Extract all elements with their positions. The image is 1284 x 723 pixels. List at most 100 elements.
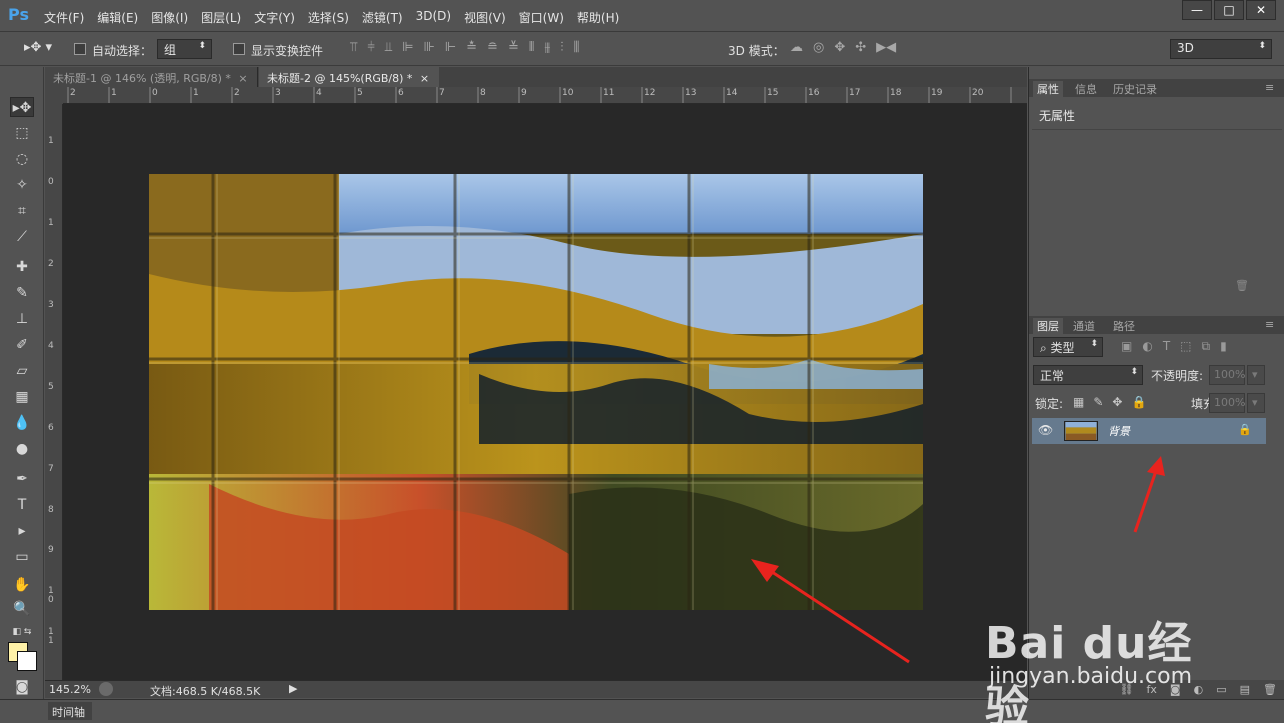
- gradient-tool-icon[interactable]: ▦: [10, 387, 34, 407]
- lock-image-icon[interactable]: ✎: [1093, 395, 1103, 409]
- workspace-dropdown[interactable]: 3D ⬍: [1170, 39, 1272, 59]
- distribute-vcenter-icon[interactable]: ≘: [487, 40, 498, 55]
- close-button[interactable]: ✕: [1246, 0, 1276, 20]
- hand-tool-icon[interactable]: ✋: [10, 575, 34, 595]
- stamp-tool-icon[interactable]: ⊥: [10, 309, 34, 329]
- eraser-tool-icon[interactable]: ▱: [10, 361, 34, 381]
- 3d-slide-icon[interactable]: ✣: [855, 40, 866, 55]
- tab-document-1[interactable]: 未标题-1 @ 146% (透明, RGB/8) * ×: [45, 67, 258, 87]
- close-tab-icon[interactable]: ×: [420, 72, 429, 85]
- move-tool-icon[interactable]: ▸✥: [10, 97, 34, 117]
- menu-filter[interactable]: 滤镜(T): [362, 9, 403, 26]
- align-hcenter-icon[interactable]: ⊪: [423, 40, 434, 55]
- menu-3d[interactable]: 3D(D): [416, 9, 451, 26]
- align-top-icon[interactable]: ⫪: [350, 40, 357, 55]
- marquee-tool-icon[interactable]: ⬚: [10, 123, 34, 143]
- vertical-ruler[interactable]: 1 0 1 2 3 4 5 6 7 8 9 1 0 1 1: [45, 104, 63, 680]
- healing-brush-tool-icon[interactable]: ✚: [10, 257, 34, 277]
- layer-style-icon[interactable]: fx: [1147, 680, 1157, 699]
- filter-type-icon[interactable]: T: [1163, 339, 1170, 354]
- filter-smart-object-icon[interactable]: ⧉: [1202, 339, 1211, 354]
- 3d-rotate-icon[interactable]: ☁: [790, 40, 803, 55]
- tab-info[interactable]: 信息: [1075, 81, 1097, 97]
- link-layers-icon[interactable]: ⛓: [1120, 680, 1134, 699]
- menu-layer[interactable]: 图层(L): [201, 9, 241, 26]
- document-image[interactable]: [149, 174, 923, 610]
- path-selection-tool-icon[interactable]: ▸: [10, 521, 34, 541]
- tab-document-2[interactable]: 未标题-2 @ 145%(RGB/8) * ×: [259, 67, 439, 87]
- distribute-top-icon[interactable]: ≛: [466, 40, 477, 55]
- distribute-bottom-icon[interactable]: ≚: [508, 40, 519, 55]
- ruler-origin[interactable]: [45, 87, 63, 104]
- align-left-icon[interactable]: ⊫: [402, 40, 413, 55]
- pen-tool-icon[interactable]: ✒: [10, 469, 34, 489]
- new-layer-icon[interactable]: ▤: [1240, 680, 1250, 699]
- align-vcenter-icon[interactable]: ⫩: [367, 40, 374, 55]
- tab-history[interactable]: 历史记录: [1113, 81, 1157, 97]
- tab-channels[interactable]: 通道: [1073, 318, 1095, 334]
- zoom-tool-icon[interactable]: 🔍: [10, 599, 34, 619]
- 3d-pan-icon[interactable]: ✥: [834, 40, 845, 55]
- minimize-button[interactable]: —: [1182, 0, 1212, 20]
- horizontal-ruler[interactable]: 2 1 0 1 2 3 4 5 6 7 8 9 10 11 12 13 14 1…: [63, 87, 1027, 104]
- 3d-scale-icon[interactable]: ▶◀: [876, 40, 896, 55]
- auto-select-dropdown[interactable]: 组 ⬍: [157, 39, 212, 59]
- lock-all-icon[interactable]: 🔒: [1131, 395, 1146, 409]
- distribute-right-icon[interactable]: ⫶: [560, 40, 563, 55]
- lock-position-icon[interactable]: ✥: [1112, 395, 1122, 409]
- filter-toggle-icon[interactable]: ▮: [1220, 339, 1227, 354]
- background-color-swatch[interactable]: [17, 651, 37, 671]
- new-group-icon[interactable]: ▭: [1216, 680, 1226, 699]
- crop-tool-icon[interactable]: ⌗: [10, 201, 34, 221]
- distribute-left-icon[interactable]: ⫴: [529, 40, 534, 55]
- fill-field[interactable]: 100%: [1209, 393, 1245, 413]
- maximize-button[interactable]: □: [1214, 0, 1244, 20]
- menu-image[interactable]: 图像(I): [151, 9, 188, 26]
- quick-mask-icon[interactable]: ◙: [10, 677, 34, 697]
- menu-edit[interactable]: 编辑(E): [97, 9, 138, 26]
- menu-window[interactable]: 窗口(W): [519, 9, 564, 26]
- opacity-field[interactable]: 100%: [1209, 365, 1245, 385]
- magic-wand-tool-icon[interactable]: ✧: [10, 175, 34, 195]
- brush-tool-icon[interactable]: ✎: [10, 283, 34, 303]
- panel-menu-icon[interactable]: ≡: [1265, 318, 1274, 331]
- menu-help[interactable]: 帮助(H): [577, 9, 619, 26]
- timeline-tab[interactable]: 时间轴: [48, 702, 92, 720]
- visibility-eye-icon[interactable]: 👁: [1038, 423, 1053, 437]
- menu-file[interactable]: 文件(F): [44, 9, 84, 26]
- canvas-area[interactable]: [63, 104, 1027, 680]
- history-brush-tool-icon[interactable]: ✐: [10, 335, 34, 355]
- align-right-icon[interactable]: ⊩: [445, 40, 456, 55]
- menu-view[interactable]: 视图(V): [464, 9, 506, 26]
- blur-tool-icon[interactable]: 💧: [10, 413, 34, 433]
- status-menu-arrow-icon[interactable]: ▶: [289, 682, 297, 695]
- auto-select-checkbox[interactable]: [74, 43, 86, 55]
- delete-layer-icon[interactable]: 🗑: [1263, 680, 1277, 699]
- tab-paths[interactable]: 路径: [1113, 318, 1135, 334]
- trash-icon[interactable]: 🗑: [1235, 279, 1249, 292]
- status-info-icon[interactable]: [99, 682, 113, 696]
- opacity-dropdown-arrow-icon[interactable]: ▾: [1247, 365, 1265, 385]
- add-mask-icon[interactable]: ◙: [1170, 680, 1181, 699]
- dodge-tool-icon[interactable]: ●: [10, 439, 34, 459]
- align-bottom-icon[interactable]: ⫫: [385, 40, 392, 55]
- lock-transparent-icon[interactable]: ▦: [1073, 395, 1084, 409]
- swap-colors-icon[interactable]: ◧ ⇆: [10, 622, 34, 642]
- auto-align-icon[interactable]: ⫼: [574, 40, 580, 55]
- menu-select[interactable]: 选择(S): [308, 9, 349, 26]
- panel-menu-icon[interactable]: ≡: [1265, 81, 1274, 94]
- tab-layers[interactable]: 图层: [1033, 318, 1063, 334]
- distribute-hcenter-icon[interactable]: ⫵: [544, 40, 550, 55]
- layer-filter-dropdown[interactable]: ⌕ 类型 ⬍: [1033, 337, 1103, 357]
- shape-tool-icon[interactable]: ▭: [10, 547, 34, 567]
- fill-dropdown-arrow-icon[interactable]: ▾: [1247, 393, 1265, 413]
- blend-mode-dropdown[interactable]: 正常 ⬍: [1033, 365, 1143, 385]
- new-adjustment-icon[interactable]: ◐: [1194, 680, 1204, 699]
- close-tab-icon[interactable]: ×: [238, 72, 247, 85]
- eyedropper-tool-icon[interactable]: ⟋: [10, 227, 34, 247]
- move-tool-preset-icon[interactable]: ▸✥ ▾: [24, 40, 52, 55]
- filter-shape-icon[interactable]: ⬚: [1180, 339, 1191, 354]
- type-tool-icon[interactable]: T: [10, 495, 34, 515]
- filter-pixel-icon[interactable]: ▣: [1121, 339, 1132, 354]
- filter-adjustment-icon[interactable]: ◐: [1142, 339, 1152, 354]
